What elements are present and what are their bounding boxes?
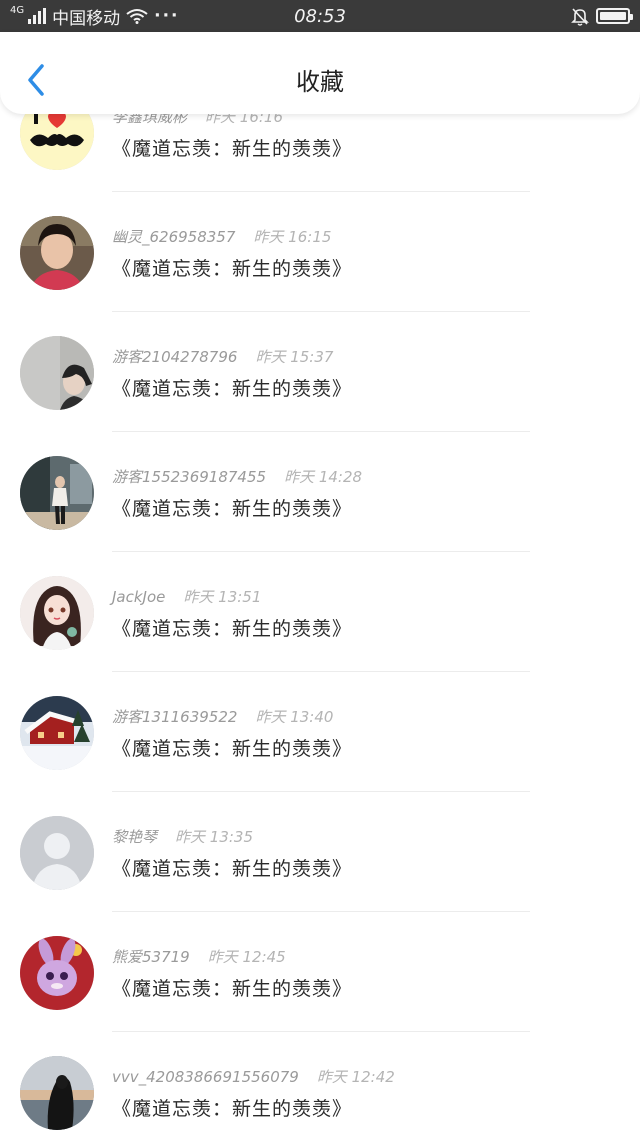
item-meta: 游客1311639522 昨天 13:40 [112,706,333,727]
item-meta: JackJoe 昨天 13:51 [112,586,261,607]
timestamp: 昨天 12:45 [207,948,286,966]
timestamp: 昨天 13:51 [183,588,262,606]
avatar[interactable] [20,1056,94,1130]
status-right [570,6,633,26]
novel-title[interactable]: 《魔道忘羡：新生的羡羡》 [112,1094,352,1121]
timestamp: 昨天 14:28 [284,468,363,486]
user-name[interactable]: 游客1552369187455 [112,468,266,486]
status-left: 4G 中国移动 ··· [10,4,180,29]
item-meta: 游客1552369187455 昨天 14:28 [112,466,362,487]
favorite-item[interactable]: 幽灵_626958357 昨天 16:15 《魔道忘羡：新生的羡羡》 [0,156,640,312]
favorite-item[interactable]: 游客1552369187455 昨天 14:28 《魔道忘羡：新生的羡羡》 [0,396,640,552]
bell-muted-icon [571,8,589,26]
user-name[interactable]: JackJoe [112,588,165,606]
user-name[interactable]: 黎艳琴 [112,828,157,846]
favorite-item[interactable]: vvv_4208386691556079 昨天 12:42 《魔道忘羡：新生的羡羡》 [0,996,640,1130]
timestamp: 昨天 13:35 [175,828,254,846]
item-meta: 游客2104278796 昨天 15:37 [112,346,333,367]
user-name[interactable]: 熊爱53719 [112,948,190,966]
page-title: 收藏 [296,68,344,96]
timestamp: 昨天 12:42 [316,1068,395,1086]
timestamp: 昨天 13:40 [255,708,334,726]
nav-header: 收藏 [0,32,640,114]
item-meta: vvv_4208386691556079 昨天 12:42 [112,1066,395,1087]
user-name[interactable]: 游客2104278796 [112,348,237,366]
favorite-item[interactable]: 游客1311639522 昨天 13:40 《魔道忘羡：新生的羡羡》 [0,636,640,792]
wifi-icon [126,9,148,24]
user-name[interactable]: 游客1311639522 [112,708,237,726]
favorite-item[interactable]: 游客2104278796 昨天 15:37 《魔道忘羡：新生的羡羡》 [0,276,640,432]
more-dots: ··· [154,6,180,26]
favorite-item[interactable]: JackJoe 昨天 13:51 《魔道忘羡：新生的羡羡》 [0,516,640,672]
signal-icon [28,8,47,24]
item-meta: 黎艳琴 昨天 13:35 [112,826,253,847]
favorite-item[interactable]: 黎艳琴 昨天 13:35 《魔道忘羡：新生的羡羡》 [0,756,640,912]
network-type: 4G [10,5,25,16]
user-name[interactable]: vvv_4208386691556079 [112,1068,299,1086]
seaside-girl [20,1056,94,1130]
item-meta: 熊爱53719 昨天 12:45 [112,946,286,967]
item-meta: 幽灵_626958357 昨天 16:15 [112,226,331,247]
battery-icon [596,8,633,24]
favorite-item[interactable]: 熊爱53719 昨天 12:45 《魔道忘羡：新生的羡羡》 [0,876,640,1032]
favorites-list: 李鑫琪威彬 昨天 16:16 《魔道忘羡：新生的羡羡》 幽灵_626958357 昨天 … [0,36,640,1130]
timestamp: 昨天 16:15 [253,228,332,246]
user-name[interactable]: 幽灵_626958357 [112,228,235,246]
timestamp: 昨天 15:37 [255,348,334,366]
carrier-name: 中国移动 [52,8,121,29]
status-bar: 4G 中国移动 ··· 08:53 [0,0,640,32]
